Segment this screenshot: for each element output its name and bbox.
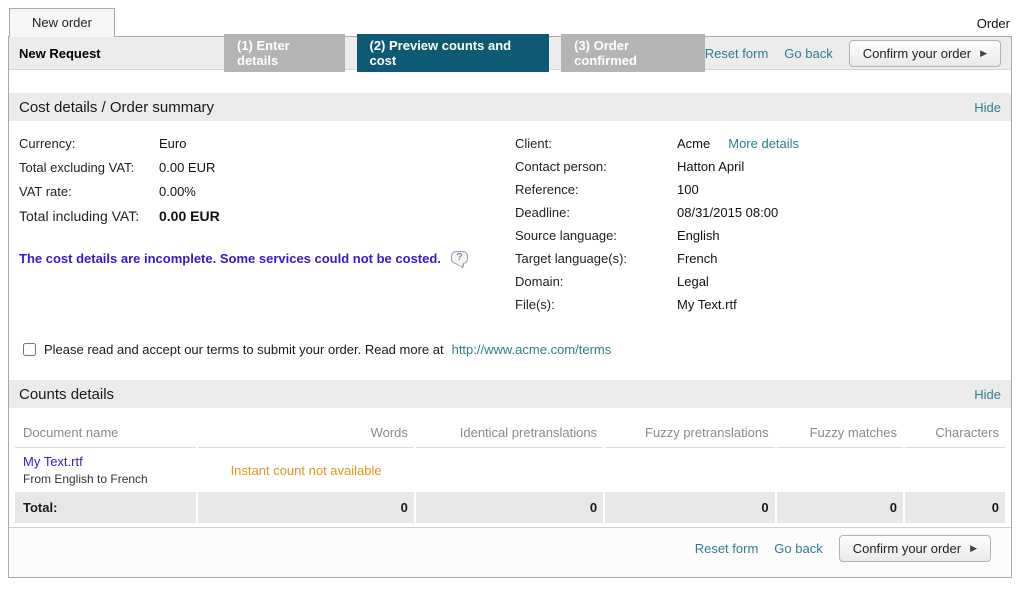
terms-text: Please read and accept our terms to subm… (44, 342, 444, 357)
field-deadline: Deadline: 08/31/2015 08:00 (515, 205, 1001, 220)
terms-checkbox[interactable] (23, 343, 36, 356)
field-value: French (677, 251, 717, 266)
column-document-name: Document name (15, 418, 196, 448)
go-back-link[interactable]: Go back (784, 46, 832, 61)
reset-form-link[interactable]: Reset form (705, 46, 769, 61)
cost-section-title: Cost details / Order summary (19, 99, 214, 116)
field-value: 100 (677, 182, 699, 197)
total-label: Total: (15, 492, 196, 523)
cost-right-column: Client: Acme More details Contact person… (515, 136, 1001, 320)
field-value: 0.00 EUR (159, 208, 220, 224)
cost-warning-text: The cost details are incomplete. Some se… (19, 251, 441, 266)
counts-header-row: Document name Words Identical pretransla… (15, 418, 1005, 448)
field-label: VAT rate: (19, 184, 159, 199)
field-total-incl-vat: Total including VAT: 0.00 EUR (19, 208, 515, 224)
column-words: Words (198, 418, 414, 448)
tab-bar: New order (9, 8, 115, 37)
total-fuzzy-matches: 0 (777, 492, 903, 523)
field-value: Legal (677, 274, 709, 289)
field-files: File(s): My Text.rtf (515, 297, 1001, 312)
terms-link[interactable]: http://www.acme.com/terms (452, 342, 612, 357)
field-label: File(s): (515, 297, 677, 312)
field-total-excl-vat: Total excluding VAT: 0.00 EUR (19, 160, 515, 175)
field-reference: Reference: 100 (515, 182, 1001, 197)
field-value: 0.00 EUR (159, 160, 215, 175)
wizard-toolbar: New Request (1) Enter details (2) Previe… (9, 37, 1011, 70)
order-page-label: Order (977, 16, 1010, 31)
table-row: My Text.rtf From English to French Insta… (15, 448, 1005, 492)
counts-section-header: Counts details Hide (9, 380, 1011, 408)
help-icon[interactable]: ? (451, 251, 468, 264)
field-value: Euro (159, 136, 186, 151)
field-label: Target language(s): (515, 251, 677, 266)
field-domain: Domain: Legal (515, 274, 1001, 289)
column-identical-pretranslations: Identical pretranslations (416, 418, 603, 448)
counts-hide-link[interactable]: Hide (974, 387, 1001, 402)
empty-cell (605, 448, 775, 492)
field-value: 0.00% (159, 184, 196, 199)
wizard-steps: (1) Enter details (2) Preview counts and… (224, 34, 705, 72)
footer-go-back-link[interactable]: Go back (774, 541, 822, 556)
column-characters: Characters (905, 418, 1005, 448)
field-label: Domain: (515, 274, 677, 289)
step-3-order-confirmed: (3) Order confirmed (561, 34, 705, 72)
field-value: Acme (677, 136, 710, 151)
total-identical-pretranslations: 0 (416, 492, 603, 523)
field-label: Source language: (515, 228, 677, 243)
cost-left-column: Currency: Euro Total excluding VAT: 0.00… (19, 136, 515, 320)
field-value: English (677, 228, 720, 243)
request-title: New Request (19, 46, 224, 61)
main-panel: New Request (1) Enter details (2) Previe… (8, 36, 1012, 578)
field-vat-rate: VAT rate: 0.00% (19, 184, 515, 199)
column-fuzzy-matches: Fuzzy matches (777, 418, 903, 448)
footer-confirm-order-label: Confirm your order (853, 541, 961, 556)
footer-confirm-order-button[interactable]: Confirm your order ▶ (839, 535, 991, 562)
cost-warning-row: The cost details are incomplete. Some se… (19, 251, 515, 266)
right-arrow-icon: ▶ (970, 543, 977, 554)
field-contact-person: Contact person: Hatton April (515, 159, 1001, 174)
total-fuzzy-pretranslations: 0 (605, 492, 775, 523)
total-row: Total: 0 0 0 0 0 (15, 492, 1005, 523)
count-status: Instant count not available (198, 448, 414, 492)
field-currency: Currency: Euro (19, 136, 515, 151)
document-link[interactable]: My Text.rtf (23, 454, 190, 469)
empty-cell (416, 448, 603, 492)
step-1-enter-details: (1) Enter details (224, 34, 345, 72)
empty-cell (905, 448, 1005, 492)
document-cell: My Text.rtf From English to French (15, 448, 196, 492)
field-target-languages: Target language(s): French (515, 251, 1001, 266)
field-value: My Text.rtf (677, 297, 737, 312)
field-label: Contact person: (515, 159, 677, 174)
toolbar-actions: Reset form Go back Confirm your order ▶ (705, 40, 1001, 67)
cost-hide-link[interactable]: Hide (974, 100, 1001, 115)
empty-cell (777, 448, 903, 492)
field-source-language: Source language: English (515, 228, 1001, 243)
field-client: Client: Acme More details (515, 136, 1001, 151)
footer-reset-form-link[interactable]: Reset form (695, 541, 759, 556)
footer-actions: Reset form Go back Confirm your order ▶ (9, 527, 1011, 577)
column-fuzzy-pretranslations: Fuzzy pretranslations (605, 418, 775, 448)
tab-new-order[interactable]: New order (9, 8, 115, 37)
confirm-order-label: Confirm your order (863, 46, 971, 61)
field-label: Deadline: (515, 205, 677, 220)
right-arrow-icon: ▶ (980, 48, 987, 59)
terms-row: Please read and accept our terms to subm… (23, 342, 1001, 357)
field-value: Hatton April (677, 159, 744, 174)
field-label: Client: (515, 136, 677, 151)
field-label: Total including VAT: (19, 208, 159, 224)
total-characters: 0 (905, 492, 1005, 523)
counts-table: Document name Words Identical pretransla… (13, 418, 1007, 523)
field-label: Reference: (515, 182, 677, 197)
confirm-order-button[interactable]: Confirm your order ▶ (849, 40, 1001, 67)
total-words: 0 (198, 492, 414, 523)
counts-section-title: Counts details (19, 386, 114, 403)
field-label: Currency: (19, 136, 159, 151)
field-label: Total excluding VAT: (19, 160, 159, 175)
step-2-preview-counts: (2) Preview counts and cost (357, 34, 550, 72)
field-value: 08/31/2015 08:00 (677, 205, 778, 220)
cost-section-header: Cost details / Order summary Hide (9, 93, 1011, 121)
cost-section-body: Currency: Euro Total excluding VAT: 0.00… (9, 121, 1011, 320)
document-language-pair: From English to French (23, 472, 148, 486)
more-details-link[interactable]: More details (728, 136, 799, 151)
